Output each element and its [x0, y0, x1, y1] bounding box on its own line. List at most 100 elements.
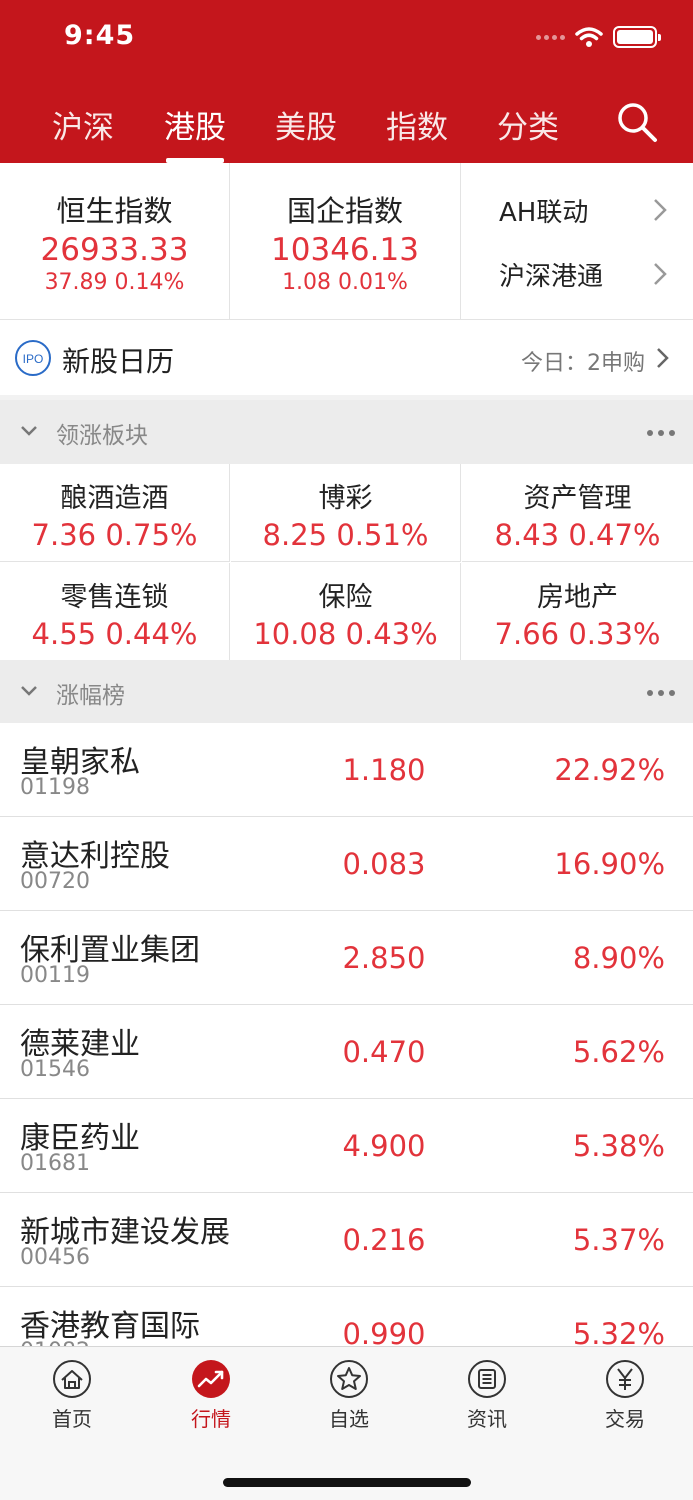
- chevron-down-icon: [21, 426, 37, 436]
- stock-price: 0.470: [342, 1035, 426, 1069]
- stock-code: 01681: [20, 1151, 90, 1176]
- stock-price: 4.900: [342, 1129, 426, 1163]
- chevron-right-icon: [654, 199, 667, 221]
- nav-label: 自选: [329, 1407, 369, 1431]
- index-panel: 恒生指数 26933.33 37.89 0.14% 国企指数 10346.13 …: [0, 163, 693, 320]
- section-header-gainers[interactable]: 涨幅榜: [0, 660, 693, 724]
- stock-change-pct: 5.62%: [572, 1035, 665, 1069]
- stock-row[interactable]: 皇朝家私 01198 1.180 22.92%: [0, 723, 693, 817]
- stock-code: 01546: [20, 1057, 90, 1082]
- nav-home[interactable]: 首页: [22, 1359, 122, 1432]
- connect-label: 沪深港通: [499, 261, 604, 292]
- index-value: 10346.13: [271, 232, 419, 268]
- sector-name: 房地产: [537, 582, 618, 613]
- sector-value: 4.55 0.44%: [31, 617, 198, 651]
- nav-label: 资讯: [467, 1407, 507, 1431]
- yen-icon: [606, 1360, 644, 1398]
- nav-label: 首页: [52, 1407, 92, 1431]
- stock-price: 2.850: [342, 941, 426, 975]
- stock-change-pct: 8.90%: [572, 941, 665, 975]
- section-title: 涨幅榜: [56, 683, 125, 709]
- nav-watchlist[interactable]: 自选: [299, 1359, 399, 1432]
- stock-code: 00119: [20, 963, 90, 988]
- stock-row[interactable]: 意达利控股 00720 0.083 16.90%: [0, 817, 693, 911]
- sector-cell[interactable]: 酿酒造酒 7.36 0.75%: [0, 464, 230, 562]
- stock-row[interactable]: 德莱建业 01546 0.470 5.62%: [0, 1005, 693, 1099]
- sector-value: 7.66 0.33%: [494, 617, 661, 651]
- wifi-icon: [575, 27, 603, 47]
- index-name: 恒生指数: [56, 194, 173, 228]
- index-name: 国企指数: [286, 194, 403, 228]
- stock-change-pct: 5.37%: [572, 1223, 665, 1257]
- nav-label: 交易: [605, 1407, 645, 1431]
- stock-price: 0.083: [342, 847, 426, 881]
- stock-code: 00456: [20, 1245, 90, 1270]
- ipo-title: 新股日历: [62, 345, 175, 378]
- stock-row[interactable]: 香港教育国际 01082 0.990 5.32%: [0, 1287, 693, 1346]
- sector-name: 保险: [318, 582, 373, 613]
- index-card-hsi[interactable]: 恒生指数 26933.33 37.89 0.14%: [0, 163, 230, 320]
- stock-row[interactable]: 康臣药业 01681 4.900 5.38%: [0, 1099, 693, 1193]
- stock-code: 01198: [20, 775, 90, 800]
- sector-value: 10.08 0.43%: [253, 617, 438, 651]
- ipo-today-count: 今日：2申购: [521, 351, 645, 376]
- sector-cell[interactable]: 保险 10.08 0.43%: [231, 563, 461, 661]
- section-title: 领涨板块: [56, 423, 148, 449]
- nav-trade[interactable]: 交易: [575, 1359, 675, 1432]
- news-icon: [468, 1360, 506, 1398]
- tab-hs[interactable]: 沪深: [28, 102, 138, 147]
- sector-cell[interactable]: 零售连锁 4.55 0.44%: [0, 563, 230, 661]
- ipo-calendar-row[interactable]: IPO 新股日历 今日：2申购: [0, 320, 693, 395]
- chevron-down-icon: [21, 686, 37, 696]
- battery-icon: [613, 26, 661, 48]
- stock-change-pct: 22.92%: [554, 753, 665, 787]
- sector-grid: 酿酒造酒 7.36 0.75% 博彩 8.25 0.51% 资产管理 8.43 …: [0, 464, 693, 661]
- stock-row[interactable]: 保利置业集团 00119 2.850 8.90%: [0, 911, 693, 1005]
- sector-cell[interactable]: 房地产 7.66 0.33%: [462, 563, 693, 661]
- connect-link[interactable]: 沪深港通: [461, 244, 693, 304]
- tab-us[interactable]: 美股: [251, 102, 361, 147]
- status-icons: [536, 24, 661, 50]
- index-change: 1.08 0.01%: [282, 270, 408, 295]
- market-tabs: 沪深 港股 美股 指数 分类: [0, 96, 693, 163]
- home-indicator: [223, 1478, 471, 1487]
- ipo-icon: IPO: [15, 340, 51, 376]
- gainers-list: 皇朝家私 01198 1.180 22.92% 意达利控股 00720 0.08…: [0, 723, 693, 1346]
- stock-row[interactable]: 新城市建设发展 00456 0.216 5.37%: [0, 1193, 693, 1287]
- stock-price: 0.990: [342, 1317, 426, 1346]
- cellular-signal-icon: [536, 34, 565, 40]
- nav-market[interactable]: 行情: [161, 1359, 261, 1432]
- index-card-hscei[interactable]: 国企指数 10346.13 1.08 0.01%: [230, 163, 461, 320]
- stock-code: 01082: [20, 1339, 90, 1346]
- sector-cell[interactable]: 资产管理 8.43 0.47%: [462, 464, 693, 562]
- sector-value: 8.25 0.51%: [262, 518, 429, 552]
- nav-news[interactable]: 资讯: [437, 1359, 537, 1432]
- app-header: 9:45 沪深 港股 美股 指数 分类: [0, 0, 693, 163]
- market-trend-icon: [192, 1360, 230, 1398]
- status-time: 9:45: [64, 20, 136, 51]
- bottom-tab-bar: 首页 行情 自选 资讯 交易: [0, 1346, 693, 1500]
- search-icon[interactable]: [615, 100, 659, 144]
- tab-category[interactable]: 分类: [473, 102, 583, 147]
- sector-value: 8.43 0.47%: [494, 518, 661, 552]
- sector-name: 资产管理: [523, 483, 632, 514]
- ah-linkage-label: AH联动: [499, 197, 589, 228]
- stock-price: 0.216: [342, 1223, 426, 1257]
- more-icon[interactable]: [647, 690, 675, 696]
- star-icon: [330, 1360, 368, 1398]
- more-icon[interactable]: [647, 430, 675, 436]
- home-icon: [53, 1360, 91, 1398]
- stock-code: 00720: [20, 869, 90, 894]
- sector-name: 博彩: [318, 483, 373, 514]
- section-header-sectors[interactable]: 领涨板块: [0, 400, 693, 464]
- svg-text:IPO: IPO: [23, 352, 44, 366]
- tab-index[interactable]: 指数: [362, 102, 472, 147]
- sector-cell[interactable]: 博彩 8.25 0.51%: [231, 464, 461, 562]
- index-change: 37.89 0.14%: [44, 270, 185, 295]
- chevron-right-icon: [657, 348, 669, 368]
- sector-name: 零售连锁: [60, 582, 169, 613]
- stock-change-pct: 5.38%: [572, 1129, 665, 1163]
- stock-change-pct: 5.32%: [572, 1317, 665, 1346]
- ah-linkage-link[interactable]: AH联动: [461, 180, 693, 240]
- tab-hk[interactable]: 港股: [140, 102, 250, 147]
